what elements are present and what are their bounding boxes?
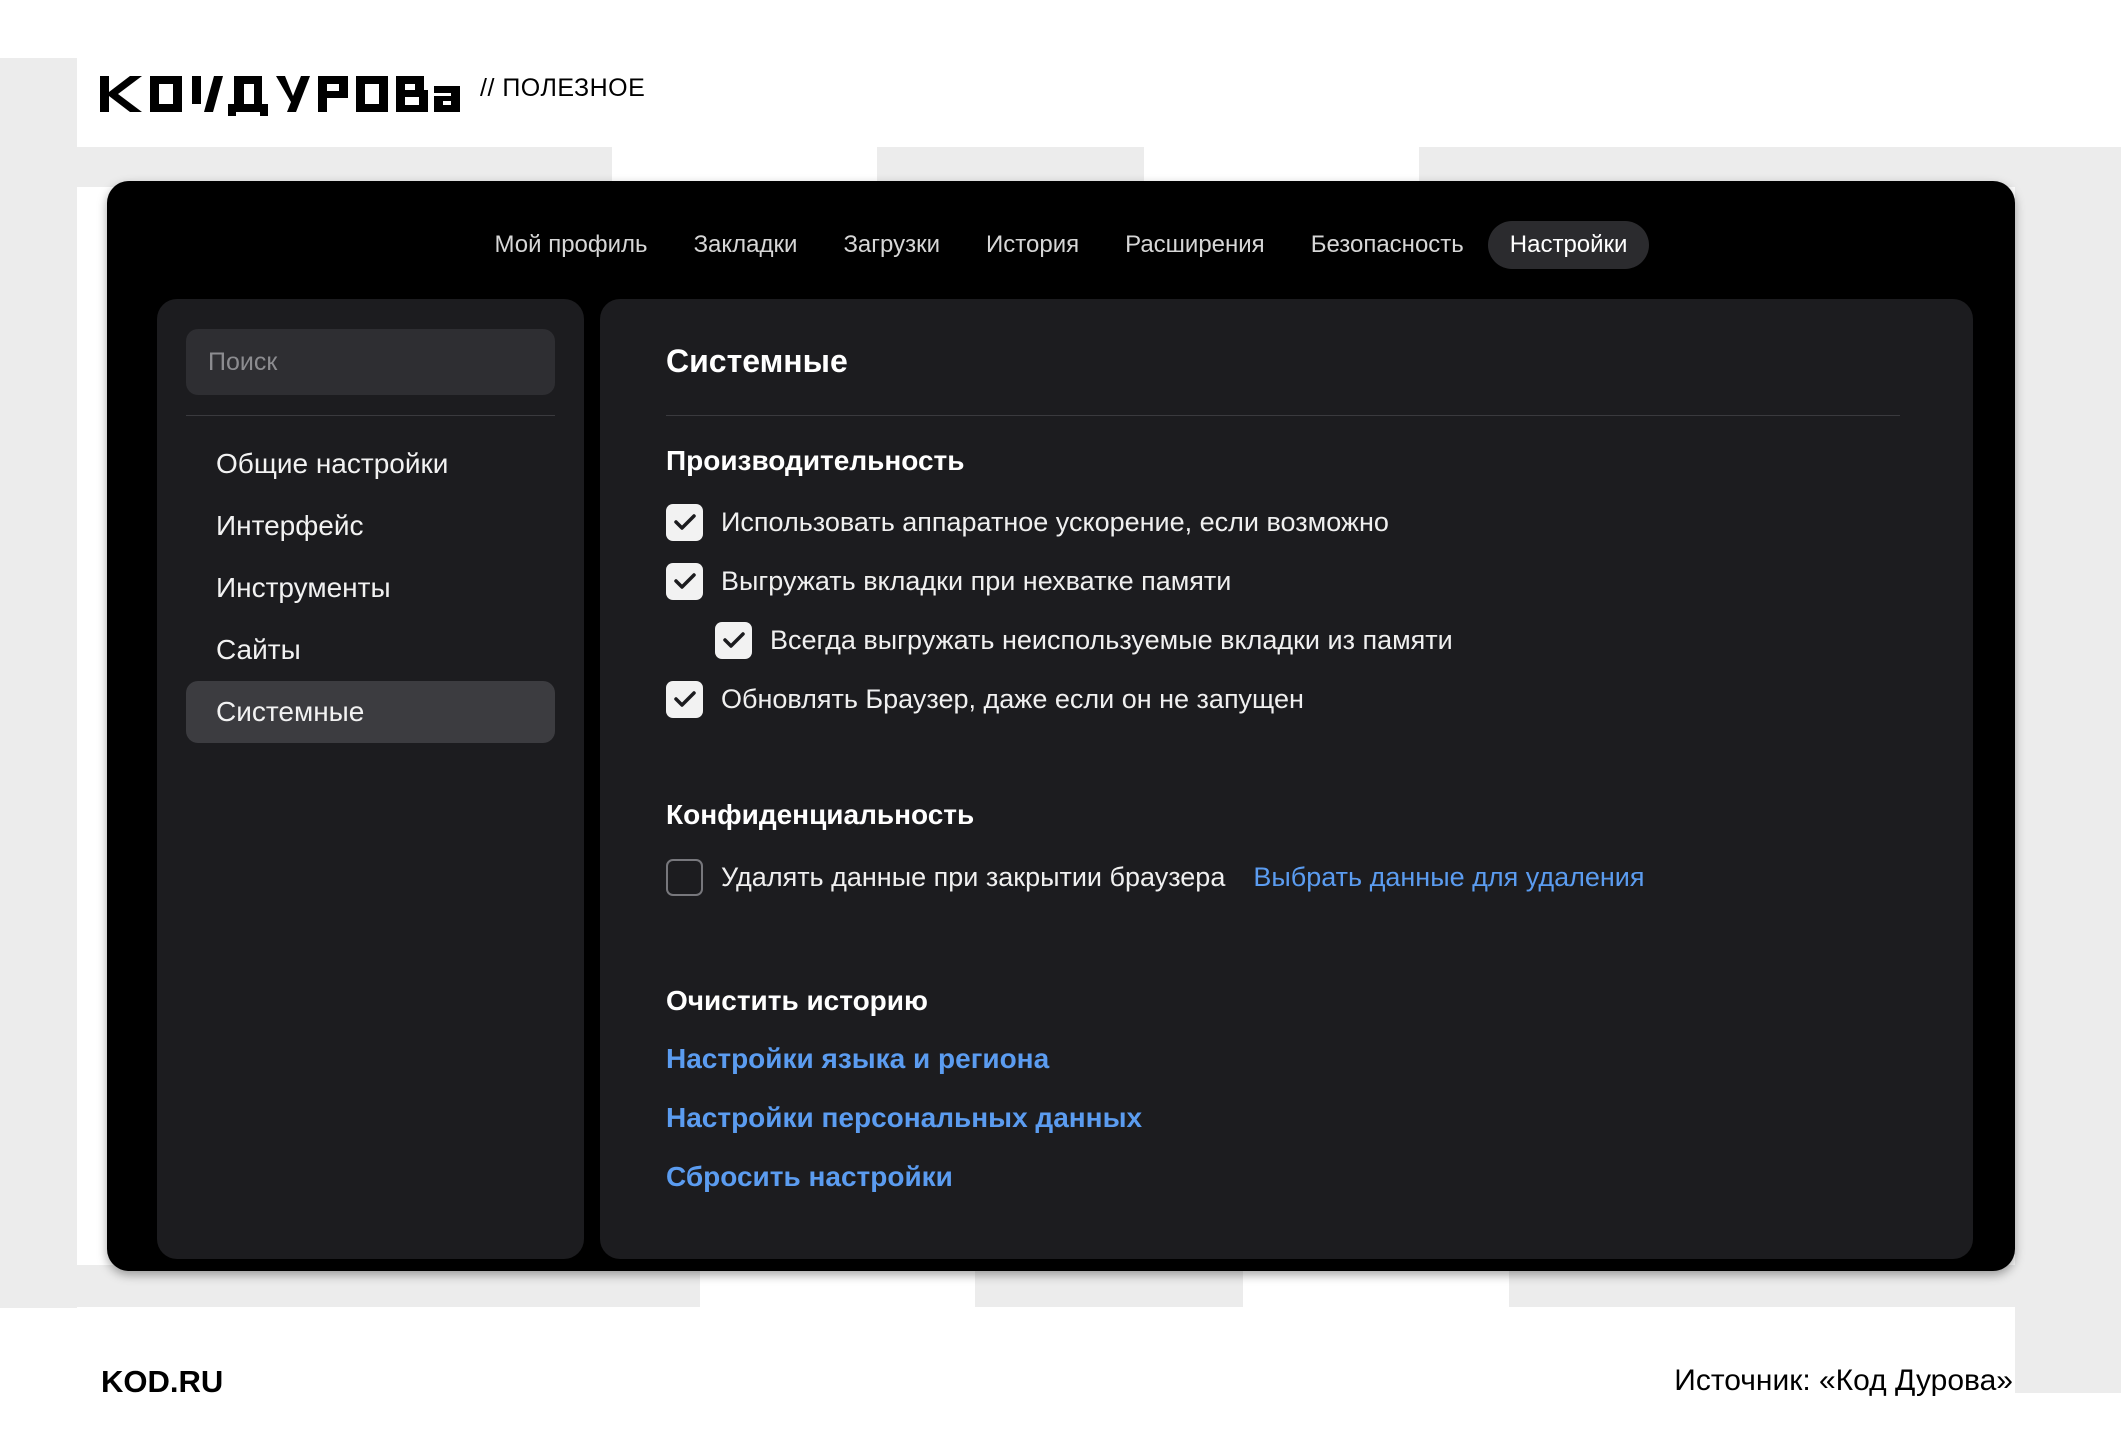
update-browser-checkbox[interactable] [666, 680, 703, 718]
sidebar-item-sites[interactable]: Сайты [186, 619, 555, 681]
sidebar-item-tools[interactable]: Инструменты [186, 557, 555, 619]
tab-bookmarks[interactable]: Закладки [672, 221, 820, 269]
sidebar-menu: Общие настройки Интерфейс Инструменты Са… [186, 433, 555, 743]
bg-decor-left [0, 58, 77, 1308]
option-unload-tabs: Выгружать вкладки при нехватке памяти [666, 562, 1231, 600]
checkmark-icon [673, 514, 696, 530]
choose-data-link[interactable]: Выбрать данные для удаления [1253, 862, 1644, 893]
tab-my-profile[interactable]: Мой профиль [473, 221, 670, 269]
personal-data-settings-link[interactable]: Настройки персональных данных [666, 1102, 1142, 1134]
section-performance-title: Производительность [666, 445, 965, 476]
checkmark-icon [673, 691, 696, 707]
bg-decor-right [2015, 147, 2121, 1393]
footer-source: Источник: «Код Дурова» [1674, 1364, 2013, 1397]
reset-settings-link[interactable]: Сбросить настройки [666, 1161, 953, 1193]
header-tag: // ПОЛЕЗНОЕ [480, 74, 646, 102]
page-title: Системные [666, 343, 848, 379]
bg-decor-bottom-2 [975, 1265, 1243, 1307]
option-label: Удалять данные при закрытии браузера [721, 861, 1226, 892]
page-header: // ПОЛЕЗНОЕ [100, 68, 645, 128]
top-navigation: Мой профиль Закладки Загрузки История Ра… [107, 221, 2015, 269]
tab-security[interactable]: Безопасность [1289, 221, 1486, 269]
tab-settings[interactable]: Настройки [1487, 221, 1650, 269]
footer-site: KOD.RU [101, 1364, 224, 1399]
sidebar-item-general[interactable]: Общие настройки [186, 433, 555, 495]
bg-decor-bottom-1 [0, 1265, 700, 1307]
tab-extensions[interactable]: Расширения [1103, 221, 1287, 269]
unload-tabs-checkbox[interactable] [666, 562, 703, 600]
search-input[interactable]: Поиск [186, 329, 555, 395]
settings-content: Системные Производительность Использоват… [600, 299, 1973, 1259]
sidebar-item-interface[interactable]: Интерфейс [186, 495, 555, 557]
settings-sidebar: Поиск Общие настройки Интерфейс Инструме… [157, 299, 584, 1259]
sidebar-divider [186, 415, 555, 416]
brand-logo [100, 68, 462, 120]
checkmark-icon [673, 573, 696, 589]
option-label: Выгружать вкладки при нехватке памяти [721, 565, 1232, 596]
option-label: Всегда выгружать неиспользуемые вкладки … [770, 624, 1453, 655]
section-privacy-title: Конфиденциальность [666, 799, 975, 830]
always-unload-checkbox[interactable] [715, 621, 752, 659]
option-label: Обновлять Браузер, даже если он не запущ… [721, 683, 1304, 714]
option-update-browser: Обновлять Браузер, даже если он не запущ… [666, 680, 1304, 718]
option-delete-data-on-close: Удалять данные при закрытии браузера Выб… [666, 858, 1645, 896]
section-clear-history-title: Очистить историю [666, 985, 928, 1016]
hardware-acceleration-checkbox[interactable] [666, 503, 703, 541]
browser-settings-window: Мой профиль Закладки Загрузки История Ра… [107, 181, 2015, 1271]
option-always-unload-unused-tabs: Всегда выгружать неиспользуемые вкладки … [715, 621, 1453, 659]
language-region-settings-link[interactable]: Настройки языка и региона [666, 1043, 1049, 1075]
bg-decor-bottom-3 [1509, 1265, 2043, 1307]
content-divider [666, 415, 1900, 416]
checkmark-icon [722, 632, 745, 648]
option-hardware-acceleration: Использовать аппаратное ускорение, если … [666, 503, 1389, 541]
option-label: Использовать аппаратное ускорение, если … [721, 506, 1389, 537]
tab-history[interactable]: История [964, 221, 1101, 269]
tab-downloads[interactable]: Загрузки [821, 221, 962, 269]
sidebar-item-system[interactable]: Системные [186, 681, 555, 743]
delete-data-checkbox[interactable] [666, 858, 703, 896]
